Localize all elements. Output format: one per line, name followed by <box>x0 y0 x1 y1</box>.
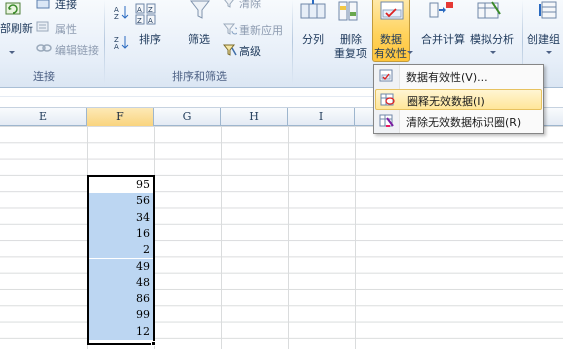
data-validation-button[interactable]: 数据 有效性 <box>372 0 413 62</box>
advanced-filter-icon[interactable] <box>222 44 237 56</box>
sort-ascending-icon[interactable]: AZ <box>113 4 129 21</box>
sort-filter-group-label: 排序和筛选 <box>172 70 227 83</box>
menu-item-clear-validation-circles[interactable]: 清除无效数据标识圈(R) <box>375 111 542 132</box>
reapply-button: 重新应用 <box>239 24 283 37</box>
column-header-h[interactable]: H <box>221 108 288 126</box>
clear-filter-button: 清除 <box>239 0 261 10</box>
group-separator <box>292 0 293 84</box>
worksheet-grid[interactable] <box>0 126 563 349</box>
gridline <box>355 126 356 349</box>
fill-handle[interactable] <box>151 341 156 346</box>
column-header-f[interactable]: F <box>87 108 154 126</box>
properties-icon <box>36 21 50 33</box>
gridline <box>221 126 222 349</box>
what-if-analysis-button[interactable]: 模拟分析 <box>470 31 514 47</box>
remove-duplicates-icon[interactable] <box>337 0 359 22</box>
properties-button: 属性 <box>55 23 77 36</box>
column-header-g[interactable]: G <box>154 108 221 126</box>
cell-f6[interactable]: 49 <box>89 258 153 275</box>
svg-text:Z: Z <box>148 6 153 14</box>
sort-az-dialog-icon[interactable]: AZZA <box>135 2 161 26</box>
gridline <box>288 126 289 349</box>
refresh-dropdown-arrow[interactable] <box>9 51 15 54</box>
refresh-all-icon[interactable] <box>5 2 23 16</box>
text-to-columns-button[interactable]: 分列 <box>302 31 324 47</box>
data-validation-menu: 数据有效性(V)... 圈释无效数据(I) 清除无效数据标识圈(R) <box>373 64 544 134</box>
svg-text:Z: Z <box>137 17 142 25</box>
data-validation-icon <box>380 1 404 23</box>
svg-text:A: A <box>137 6 142 14</box>
data-validation-icon <box>379 69 394 83</box>
cell-f7[interactable]: 48 <box>89 274 153 292</box>
what-if-dropdown-arrow[interactable] <box>490 51 496 54</box>
menu-item-label: 圈释无效数据(I) <box>407 95 485 108</box>
cell-f8[interactable]: 86 <box>89 291 153 308</box>
remove-duplicates-label-2[interactable]: 重复项 <box>334 45 367 61</box>
group-separator <box>104 0 105 84</box>
clear-filter-icon <box>223 0 235 8</box>
cell-f10[interactable]: 12 <box>89 323 153 340</box>
svg-text:Z: Z <box>114 13 119 20</box>
circle-invalid-icon <box>380 93 395 107</box>
consolidate-icon[interactable] <box>428 0 454 22</box>
connections-button[interactable]: 连接 <box>55 0 77 12</box>
filter-icon[interactable] <box>189 0 211 20</box>
text-to-columns-icon[interactable] <box>300 0 326 20</box>
cell-f4[interactable]: 16 <box>89 225 153 243</box>
cell-f5[interactable]: 2 <box>89 242 153 259</box>
group-dropdown-arrow[interactable] <box>546 51 552 54</box>
filter-button[interactable]: 筛选 <box>188 31 210 47</box>
reapply-icon <box>222 23 239 35</box>
menu-item-circle-invalid-data[interactable]: 圈释无效数据(I) <box>375 89 542 110</box>
data-validation-label-2: 有效性 <box>374 47 407 60</box>
clear-circles-icon <box>379 114 394 128</box>
connections-icon[interactable] <box>36 0 50 10</box>
what-if-analysis-icon[interactable] <box>476 0 502 22</box>
connections-group-label: 连接 <box>33 70 55 83</box>
column-header-e[interactable]: E <box>0 108 87 126</box>
svg-text:A: A <box>114 43 119 50</box>
formula-bar-divider <box>0 96 380 97</box>
menu-item-data-validation[interactable]: 数据有效性(V)... <box>375 66 542 87</box>
group-icon[interactable] <box>538 0 560 22</box>
menu-item-label: 数据有效性(V)... <box>406 71 488 84</box>
cell-f3[interactable]: 34 <box>89 209 153 226</box>
edit-links-button: 编辑链接 <box>55 44 99 57</box>
sort-descending-icon[interactable]: ZA <box>113 34 129 51</box>
cell-f1[interactable]: 95 <box>89 177 153 193</box>
advanced-filter-button[interactable]: 高级 <box>239 43 261 59</box>
column-header-i[interactable]: I <box>288 108 355 126</box>
consolidate-button[interactable]: 合并计算 <box>421 31 465 47</box>
menu-item-label: 清除无效数据标识圈(R) <box>406 116 522 129</box>
cell-f9[interactable]: 99 <box>89 307 153 324</box>
sort-button[interactable]: 排序 <box>139 31 161 47</box>
cell-f2[interactable]: 56 <box>89 193 153 210</box>
svg-text:A: A <box>148 17 153 25</box>
refresh-all-button[interactable]: 部刷新 <box>0 20 33 36</box>
group-button[interactable]: 创建组 <box>527 31 560 47</box>
data-validation-dropdown-arrow[interactable] <box>407 51 413 54</box>
edit-links-icon <box>36 43 52 53</box>
